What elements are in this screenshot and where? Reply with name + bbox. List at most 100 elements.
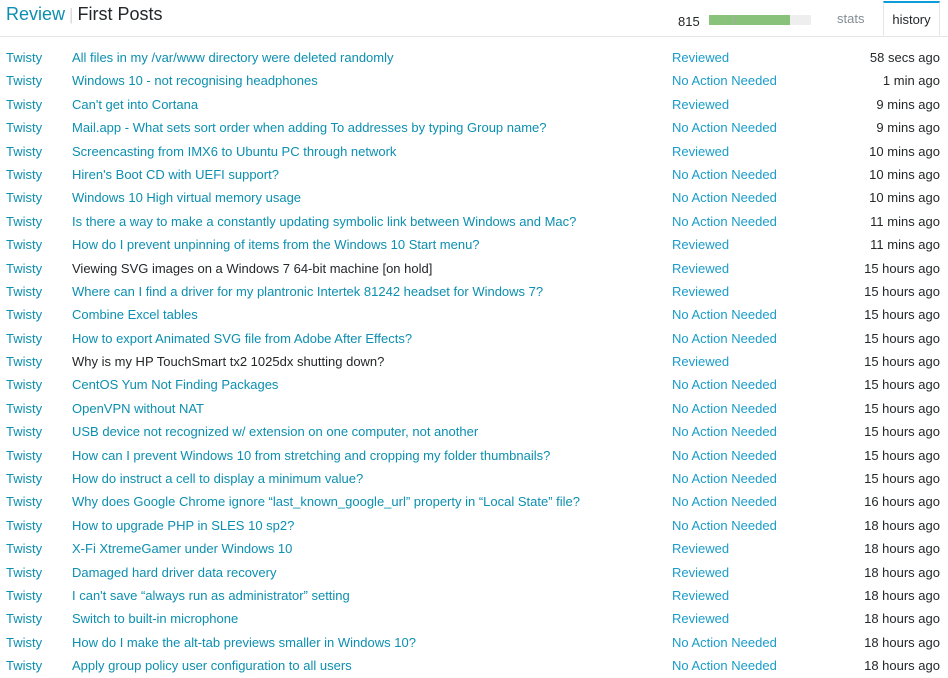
history-row: Twisty Damaged hard driver data recovery R… <box>0 561 948 584</box>
question-link[interactable]: Mail.app - What sets sort order when add… <box>72 116 547 139</box>
review-result-link[interactable]: Reviewed <box>672 607 729 630</box>
review-result-link[interactable]: No Action Needed <box>672 210 777 233</box>
question-link[interactable]: Combine Excel tables <box>72 303 198 326</box>
review-result-link[interactable]: No Action Needed <box>672 514 777 537</box>
review-result-link[interactable]: Reviewed <box>672 233 729 256</box>
question-link[interactable]: Screencasting from IMX6 to Ubuntu PC thr… <box>72 140 396 163</box>
reviewed-user-link[interactable]: Twisty <box>6 140 42 163</box>
question-link[interactable]: Viewing SVG images on a Windows 7 64-bit… <box>72 257 432 280</box>
review-result-link[interactable]: No Action Needed <box>672 327 777 350</box>
review-time: 58 secs ago <box>869 50 940 65</box>
question-link[interactable]: OpenVPN without NAT <box>72 397 204 420</box>
question-link[interactable]: CentOS Yum Not Finding Packages <box>72 373 278 396</box>
reviewed-user-link[interactable]: Twisty <box>6 280 42 303</box>
question-link[interactable]: Why is my HP TouchSmart tx2 1025dx shutt… <box>72 350 384 373</box>
review-result-link[interactable]: No Action Needed <box>672 116 777 139</box>
history-row: Twisty Switch to built-in microphone Revie… <box>0 607 948 630</box>
reviewed-user-link[interactable]: Twisty <box>6 490 42 513</box>
review-result-link[interactable]: Reviewed <box>672 140 729 163</box>
question-link[interactable]: Windows 10 - not recognising headphones <box>72 69 318 92</box>
reviewed-user-link[interactable]: Twisty <box>6 607 42 630</box>
reviewed-user-link[interactable]: Twisty <box>6 69 42 92</box>
question-link[interactable]: I can't save “always run as administrato… <box>72 584 350 607</box>
question-link[interactable]: Apply group policy user configuration to… <box>72 654 352 677</box>
review-result-link[interactable]: Reviewed <box>672 350 729 373</box>
tab-history[interactable]: history <box>883 1 940 36</box>
review-result-link[interactable]: No Action Needed <box>672 490 777 513</box>
review-time: 1 min ago <box>882 73 940 89</box>
reviewed-user-link[interactable]: Twisty <box>6 303 42 326</box>
review-result-link[interactable]: No Action Needed <box>672 186 777 209</box>
reviewed-user-link[interactable]: Twisty <box>6 444 42 467</box>
question-link[interactable]: How do I prevent unpinning of items from… <box>72 233 480 256</box>
history-row: Twisty How can I prevent Windows 10 from … <box>0 444 948 467</box>
history-row: Twisty Why is my HP TouchSmart tx2 1025dx… <box>0 350 948 373</box>
question-link[interactable]: How to export Animated SVG file from Ado… <box>72 327 412 350</box>
question-link[interactable]: X-Fi XtremeGamer under Windows 10 <box>72 537 292 560</box>
review-history-list: Twisty All files in my /var/www directory… <box>0 46 948 678</box>
history-row: Twisty How do I prevent unpinning of item… <box>0 233 948 256</box>
question-link[interactable]: Hiren's Boot CD with UEFI support? <box>72 163 279 186</box>
reviewed-user-link[interactable]: Twisty <box>6 257 42 280</box>
review-result-link[interactable]: Reviewed <box>672 561 729 584</box>
question-link[interactable]: Switch to built-in microphone <box>72 607 238 630</box>
review-link[interactable]: Review <box>6 4 65 24</box>
question-link[interactable]: How do I make the alt-tab previews small… <box>72 631 416 654</box>
question-link[interactable]: USB device not recognized w/ extension o… <box>72 420 478 443</box>
review-result-link[interactable]: No Action Needed <box>672 69 777 92</box>
reviewed-user-link[interactable]: Twisty <box>6 631 42 654</box>
review-result-link[interactable]: Reviewed <box>672 257 729 280</box>
reviewed-user-link[interactable]: Twisty <box>6 467 42 490</box>
history-row: Twisty Hiren's Boot CD with UEFI support?… <box>0 163 948 186</box>
review-result-link[interactable]: No Action Needed <box>672 397 777 420</box>
review-result-link[interactable]: No Action Needed <box>672 444 777 467</box>
review-result-link[interactable]: No Action Needed <box>672 467 777 490</box>
question-link[interactable]: How to upgrade PHP in SLES 10 sp2? <box>72 514 294 537</box>
queue-name: First Posts <box>77 4 163 24</box>
reviewed-user-link[interactable]: Twisty <box>6 397 42 420</box>
reviewed-user-link[interactable]: Twisty <box>6 584 42 607</box>
question-link[interactable]: Is there a way to make a constantly upda… <box>72 210 576 233</box>
review-time: 18 hours ago <box>864 658 940 674</box>
review-result-link[interactable]: Reviewed <box>672 537 729 560</box>
reviewed-user-link[interactable]: Twisty <box>6 350 42 373</box>
review-result-link[interactable]: Reviewed <box>672 584 729 607</box>
review-result-link[interactable]: No Action Needed <box>672 631 777 654</box>
review-time: 15 hours ago <box>864 307 940 323</box>
tab-stats[interactable]: stats <box>837 11 864 26</box>
reviewed-user-link[interactable]: Twisty <box>6 93 42 116</box>
question-link[interactable]: How can I prevent Windows 10 from stretc… <box>72 444 550 467</box>
review-result-link[interactable]: Reviewed <box>672 46 729 69</box>
reviewed-user-link[interactable]: Twisty <box>6 163 42 186</box>
reviewed-user-link[interactable]: Twisty <box>6 420 42 443</box>
history-row: Twisty Windows 10 - not recognising headp… <box>0 69 948 92</box>
review-result-link[interactable]: No Action Needed <box>672 303 777 326</box>
question-link[interactable]: Damaged hard driver data recovery <box>72 561 277 584</box>
reviewed-user-link[interactable]: Twisty <box>6 537 42 560</box>
question-link[interactable]: Where can I find a driver for my plantro… <box>72 280 543 303</box>
question-link[interactable]: How do instruct a cell to display a mini… <box>72 467 363 490</box>
reviewed-user-link[interactable]: Twisty <box>6 186 42 209</box>
review-time: 15 hours ago <box>864 283 940 299</box>
review-result-link[interactable]: Reviewed <box>672 93 729 116</box>
review-result-link[interactable]: No Action Needed <box>672 163 777 186</box>
review-time: 10 mins ago <box>869 143 940 159</box>
question-link[interactable]: Why does Google Chrome ignore “last_know… <box>72 490 580 513</box>
reviewed-user-link[interactable]: Twisty <box>6 654 42 677</box>
reviewed-user-link[interactable]: Twisty <box>6 116 42 139</box>
reviewed-user-link[interactable]: Twisty <box>6 46 42 69</box>
question-link[interactable]: Can't get into Cortana <box>72 93 198 116</box>
question-link[interactable]: All files in my /var/www directory were … <box>72 46 394 69</box>
reviewed-user-link[interactable]: Twisty <box>6 327 42 350</box>
review-result-link[interactable]: No Action Needed <box>672 654 777 677</box>
reviewed-user-link[interactable]: Twisty <box>6 514 42 537</box>
review-result-link[interactable]: No Action Needed <box>672 420 777 443</box>
review-time: 18 hours ago <box>864 541 940 557</box>
reviewed-user-link[interactable]: Twisty <box>6 233 42 256</box>
reviewed-user-link[interactable]: Twisty <box>6 373 42 396</box>
reviewed-user-link[interactable]: Twisty <box>6 210 42 233</box>
question-link[interactable]: Windows 10 High virtual memory usage <box>72 186 301 209</box>
review-result-link[interactable]: Reviewed <box>672 280 729 303</box>
reviewed-user-link[interactable]: Twisty <box>6 561 42 584</box>
review-result-link[interactable]: No Action Needed <box>672 373 777 396</box>
